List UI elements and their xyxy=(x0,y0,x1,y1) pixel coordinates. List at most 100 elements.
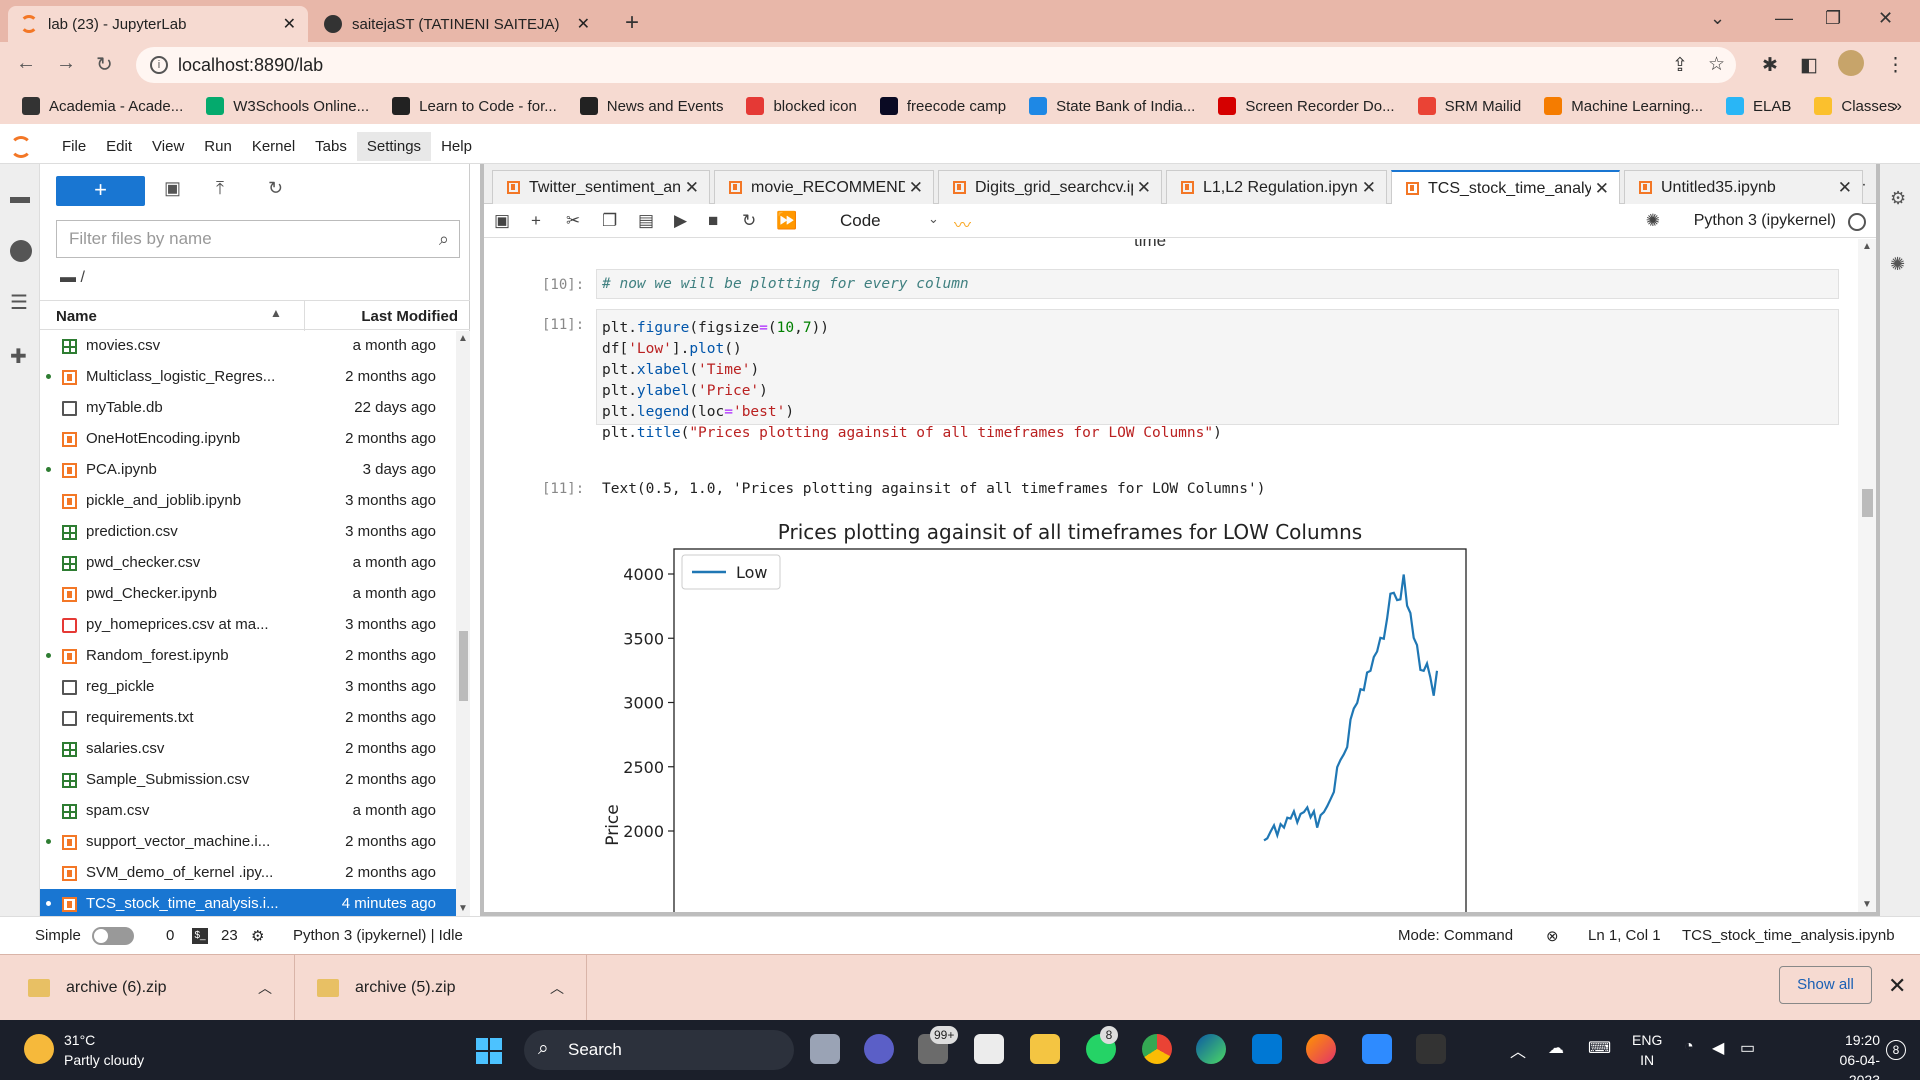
notebook-tab[interactable]: Digits_grid_searchcv.ip ✕ xyxy=(938,170,1162,204)
file-row[interactable]: salaries.csv 2 months ago xyxy=(40,734,456,765)
bookmark-item[interactable]: blocked icon xyxy=(746,97,857,115)
file-row[interactable]: movies.csv a month ago xyxy=(40,331,456,362)
upload-icon[interactable]: ⤒ xyxy=(216,178,224,199)
share-icon[interactable]: ⇪ xyxy=(1672,54,1688,77)
terminal-count[interactable]: 0 xyxy=(166,927,174,944)
property-inspector-icon[interactable]: ⚙ xyxy=(1890,188,1912,210)
file-row[interactable]: py_homeprices.csv at ma... 3 months ago xyxy=(40,610,456,641)
simple-mode-toggle[interactable] xyxy=(92,927,134,945)
scroll-down-arrow-icon[interactable]: ▼ xyxy=(458,903,468,914)
side-panel-icon[interactable]: ◧ xyxy=(1800,54,1818,77)
kernel-status-text[interactable]: Python 3 (ipykernel) | Idle xyxy=(293,927,463,944)
windows-start-icon[interactable] xyxy=(476,1038,502,1064)
chevron-up-icon[interactable]: ︿ xyxy=(550,978,564,998)
volume-icon[interactable]: ◀ xyxy=(1712,1038,1724,1058)
close-icon[interactable]: ✕ xyxy=(685,178,699,198)
bookmark-item[interactable]: Academia - Acade... xyxy=(22,97,183,115)
notebook-content[interactable]: time [10]: # now we will be plotting for… xyxy=(484,239,1876,912)
chrome-icon[interactable] xyxy=(1142,1034,1172,1064)
restart-icon[interactable]: ↻ xyxy=(742,211,756,231)
onedrive-cloud-icon[interactable]: ☁ xyxy=(1548,1038,1564,1058)
keyboard-icon[interactable]: ⌨ xyxy=(1588,1038,1611,1058)
bookmark-item[interactable]: Learn to Code - for... xyxy=(392,97,557,115)
menu-run[interactable]: Run xyxy=(194,132,242,161)
notebook-tab[interactable]: Twitter_sentiment_anal ✕ xyxy=(492,170,710,204)
file-row[interactable]: TCS_stock_time_analysis.i... 4 minutes ag… xyxy=(40,889,456,916)
clock[interactable]: 19:20 06-04-2023 xyxy=(1810,1030,1880,1090)
more-bookmarks-icon[interactable]: » xyxy=(1893,96,1902,116)
file-row[interactable]: SVM_demo_of_kernel .ipy... 2 months ago xyxy=(40,858,456,889)
file-row[interactable]: requirements.txt 2 months ago xyxy=(40,703,456,734)
site-info-icon[interactable]: i xyxy=(150,56,168,74)
language-indicator[interactable]: ENG IN xyxy=(1632,1030,1662,1070)
menu-edit[interactable]: Edit xyxy=(96,132,142,161)
mode-indicator[interactable]: Mode: Command xyxy=(1398,927,1513,944)
notification-count[interactable]: 8 xyxy=(1886,1040,1906,1060)
folder-icon[interactable]: ▬ xyxy=(10,186,32,208)
forward-button[interactable]: → xyxy=(56,52,76,75)
code-cell[interactable]: plt.figure(figsize=(10,7)) df['Low'].plo… xyxy=(596,309,1839,441)
file-row[interactable]: Random_forest.ipynb 2 months ago xyxy=(40,641,456,672)
close-icon[interactable]: ✕ xyxy=(1595,179,1609,199)
reload-button[interactable]: ↻ xyxy=(96,52,113,77)
maximize-button[interactable]: ❐ xyxy=(1825,8,1841,29)
microsoft-store-icon[interactable] xyxy=(974,1034,1004,1064)
paste-icon[interactable]: ▤ xyxy=(638,211,654,231)
close-icon[interactable]: ✕ xyxy=(1137,178,1151,198)
run-icon[interactable]: ▶ xyxy=(674,211,687,231)
last-modified-column-header[interactable]: Last Modified xyxy=(361,308,458,325)
browser-menu-icon[interactable]: ⋮ xyxy=(1886,54,1905,77)
menu-tabs[interactable]: Tabs xyxy=(305,132,357,161)
close-icon[interactable]: ✕ xyxy=(1838,178,1852,198)
menu-kernel[interactable]: Kernel xyxy=(242,132,305,161)
file-explorer-icon[interactable] xyxy=(1030,1034,1060,1064)
scroll-up-arrow-icon[interactable]: ▲ xyxy=(458,333,468,344)
scrollbar-thumb[interactable] xyxy=(459,631,468,701)
menu-help[interactable]: Help xyxy=(431,132,482,161)
task-view-icon[interactable] xyxy=(810,1034,840,1064)
bookmark-item[interactable]: freecode camp xyxy=(879,97,1006,115)
extension-manager-icon[interactable]: ✚ xyxy=(10,344,32,368)
file-row[interactable]: pwd_Checker.ipynb a month ago xyxy=(40,579,456,610)
debugger-bug-icon[interactable]: ✺ xyxy=(1646,211,1660,231)
bookmark-item[interactable]: News and Events xyxy=(579,97,723,115)
show-all-downloads-button[interactable]: Show all xyxy=(1779,966,1872,1004)
cell-type-select[interactable]: Code ⌄ xyxy=(840,211,939,231)
debugger-icon[interactable]: ✺ xyxy=(1890,254,1912,276)
bookmark-item[interactable]: ELAB xyxy=(1726,97,1791,115)
sort-ascending-icon[interactable]: ▲ xyxy=(270,306,282,320)
file-row[interactable]: reg_pickle 3 months ago xyxy=(40,672,456,703)
file-row[interactable]: support_vector_machine.i... 2 months ago xyxy=(40,827,456,858)
chevron-up-icon[interactable]: ︿ xyxy=(258,978,272,998)
file-list-scrollbar[interactable]: ▲ ▼ xyxy=(456,331,470,916)
bookmark-item[interactable]: Machine Learning... xyxy=(1544,97,1703,115)
minimize-button[interactable]: — xyxy=(1775,8,1793,29)
extensions-icon[interactable]: ✱ xyxy=(1762,54,1778,77)
bookmark-item[interactable]: State Bank of India... xyxy=(1029,97,1195,115)
tab-search-chevron-icon[interactable]: ⌄ xyxy=(1710,8,1725,29)
filter-files-input[interactable]: Filter files by name ⌕ xyxy=(56,220,460,258)
menu-view[interactable]: View xyxy=(142,132,194,161)
refresh-icon[interactable]: ↻ xyxy=(268,178,283,199)
close-window-button[interactable]: ✕ xyxy=(1878,8,1893,29)
cursor-position[interactable]: Ln 1, Col 1 xyxy=(1588,927,1661,944)
url-input[interactable]: i localhost:8890/lab ⇪ ☆ xyxy=(136,47,1736,83)
file-row[interactable]: Multiclass_logistic_Regres... 2 months ag… xyxy=(40,362,456,393)
chevron-up-icon[interactable]: ︿ xyxy=(1510,1038,1526,1062)
edge-icon[interactable] xyxy=(1196,1034,1226,1064)
code-cell[interactable]: # now we will be plotting for every colu… xyxy=(596,269,1839,299)
scroll-down-arrow-icon[interactable]: ▼ xyxy=(1862,899,1872,910)
file-row[interactable]: myTable.db 22 days ago xyxy=(40,393,456,424)
scrollbar-thumb[interactable] xyxy=(1862,489,1873,517)
notebook-tab[interactable]: TCS_stock_time_analysi ✕ xyxy=(1391,170,1620,205)
new-folder-icon[interactable]: ▣ xyxy=(164,178,181,199)
file-row[interactable]: PCA.ipynb 3 days ago xyxy=(40,455,456,486)
insert-cell-icon[interactable]: + xyxy=(531,211,541,231)
name-column-header[interactable]: Name xyxy=(56,308,97,325)
running-kernels-icon[interactable] xyxy=(10,240,32,262)
close-icon[interactable]: ✕ xyxy=(1362,178,1376,198)
file-row[interactable]: pwd_checker.csv a month ago xyxy=(40,548,456,579)
profile-avatar[interactable] xyxy=(1838,50,1864,76)
new-tab-button[interactable]: + xyxy=(625,9,639,37)
file-row[interactable]: OneHotEncoding.ipynb 2 months ago xyxy=(40,424,456,455)
